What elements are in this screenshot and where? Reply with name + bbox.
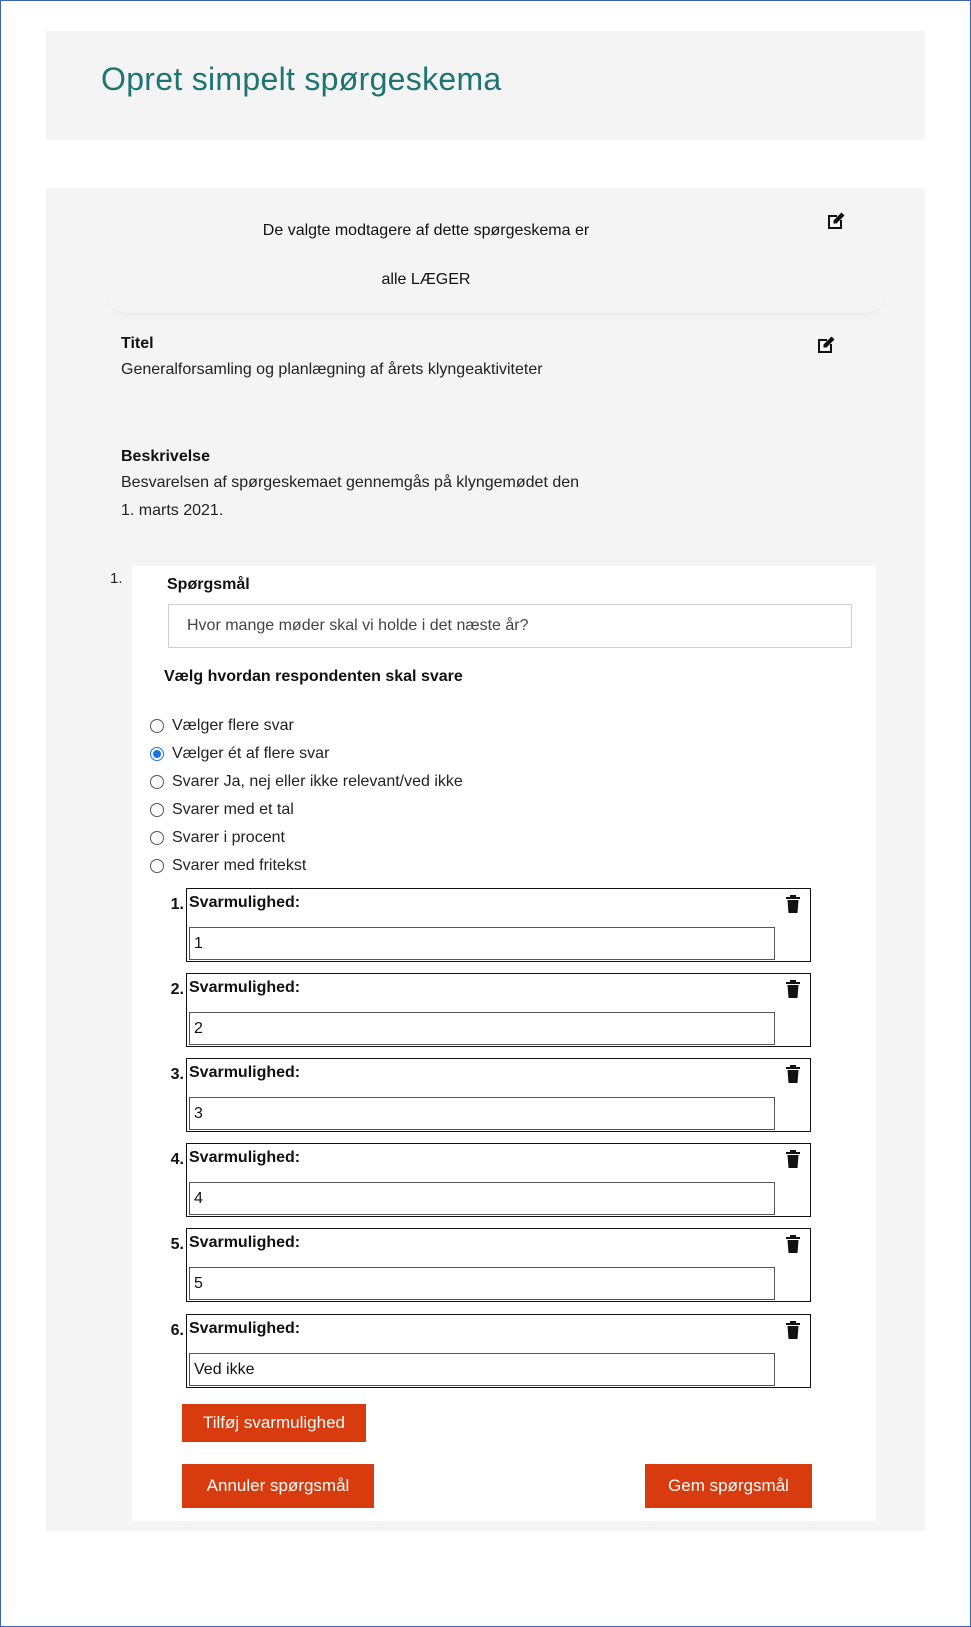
radio-button[interactable] — [150, 719, 164, 733]
option-number: 2. — [170, 981, 184, 998]
radio-button[interactable] — [150, 803, 164, 817]
questionnaire-form: De valgte modtagere af dette spørgeskema… — [46, 188, 925, 1531]
description-label: Beskrivelse — [121, 448, 210, 465]
page-title: Opret simpelt spørgeskema — [101, 61, 502, 97]
answer-type-yes-no[interactable]: Svarer Ja, nej eller ikke relevant/ved i… — [150, 768, 463, 796]
question-number: 1. — [110, 570, 123, 587]
question-panel: Spørgsmål Vælg hvordan respondenten skal… — [132, 566, 876, 1521]
option-label: Svarmulighed: — [189, 1234, 301, 1251]
answer-type-list: Vælger flere svar Vælger ét af flere sva… — [150, 712, 463, 880]
radio-button[interactable] — [150, 775, 164, 789]
answer-type-multiple[interactable]: Vælger flere svar — [150, 712, 463, 740]
option-label: Svarmulighed: — [189, 1064, 301, 1081]
radio-label: Svarer med fritekst — [172, 857, 307, 874]
edit-icon[interactable] — [826, 211, 846, 231]
answer-option: Svarmulighed: — [186, 1228, 811, 1302]
save-question-button[interactable]: Gem spørgsmål — [645, 1464, 812, 1508]
trash-icon[interactable] — [786, 1321, 800, 1339]
description-text: Besvarelsen af spørgeskemaet gennemgås p… — [121, 474, 580, 519]
answer-type-freetext[interactable]: Svarer med fritekst — [150, 852, 463, 880]
option-input[interactable] — [189, 1182, 775, 1215]
option-label: Svarmulighed: — [189, 1320, 301, 1337]
page-header: Opret simpelt spørgeskema — [46, 31, 925, 140]
option-input[interactable] — [189, 1267, 775, 1300]
question-input[interactable] — [168, 604, 852, 648]
option-input[interactable] — [189, 1012, 775, 1045]
trash-icon[interactable] — [786, 1235, 800, 1253]
radio-button[interactable] — [150, 859, 164, 873]
radio-button[interactable] — [150, 831, 164, 845]
trash-icon[interactable] — [786, 895, 800, 913]
option-label: Svarmulighed: — [189, 894, 301, 911]
answer-type-heading: Vælg hvordan respondenten skal svare — [164, 668, 463, 685]
option-input[interactable] — [189, 1353, 775, 1386]
title-label: Titel — [121, 335, 154, 352]
radio-label: Svarer i procent — [172, 829, 285, 846]
recipients-box: De valgte modtagere af dette spørgeskema… — [106, 188, 886, 313]
option-input[interactable] — [189, 1097, 775, 1130]
option-number: 4. — [170, 1151, 184, 1168]
radio-label: Svarer med et tal — [172, 801, 294, 818]
option-number: 3. — [170, 1066, 184, 1083]
title-section: Titel Generalforsamling og planlægning a… — [121, 332, 581, 384]
answer-type-percent[interactable]: Svarer i procent — [150, 824, 463, 852]
trash-icon[interactable] — [786, 980, 800, 998]
recipients-text: De valgte modtagere af dette spørgeskema… — [262, 222, 590, 239]
option-label: Svarmulighed: — [189, 979, 301, 996]
trash-icon[interactable] — [786, 1065, 800, 1083]
option-label: Svarmulighed: — [189, 1149, 301, 1166]
add-option-button[interactable]: Tilføj svarmulighed — [182, 1404, 366, 1442]
option-input[interactable] — [189, 927, 775, 960]
answer-option: Svarmulighed: — [186, 1143, 811, 1217]
edit-icon[interactable] — [816, 335, 836, 355]
radio-label: Vælger flere svar — [172, 717, 294, 734]
question-label: Spørgsmål — [167, 576, 250, 593]
answer-type-single[interactable]: Vælger ét af flere svar — [150, 740, 463, 768]
option-number: 1. — [170, 896, 184, 913]
title-text: Generalforsamling og planlægning af året… — [121, 361, 543, 378]
answer-option: Svarmulighed: — [186, 1314, 811, 1388]
answer-option: Svarmulighed: — [186, 1058, 811, 1132]
radio-button-selected[interactable] — [150, 747, 164, 761]
answer-option: Svarmulighed: — [186, 973, 811, 1047]
recipients-value: alle LÆGER — [381, 271, 471, 288]
answer-option: Svarmulighed: — [186, 888, 811, 962]
trash-icon[interactable] — [786, 1150, 800, 1168]
option-number: 6. — [170, 1322, 184, 1339]
description-section: Beskrivelse Besvarelsen af spørgeskemaet… — [121, 445, 581, 525]
radio-label: Vælger ét af flere svar — [172, 745, 330, 762]
answer-type-number[interactable]: Svarer med et tal — [150, 796, 463, 824]
cancel-question-button[interactable]: Annuler spørgsmål — [182, 1464, 374, 1508]
radio-label: Svarer Ja, nej eller ikke relevant/ved i… — [172, 773, 463, 790]
option-number: 5. — [170, 1236, 184, 1253]
